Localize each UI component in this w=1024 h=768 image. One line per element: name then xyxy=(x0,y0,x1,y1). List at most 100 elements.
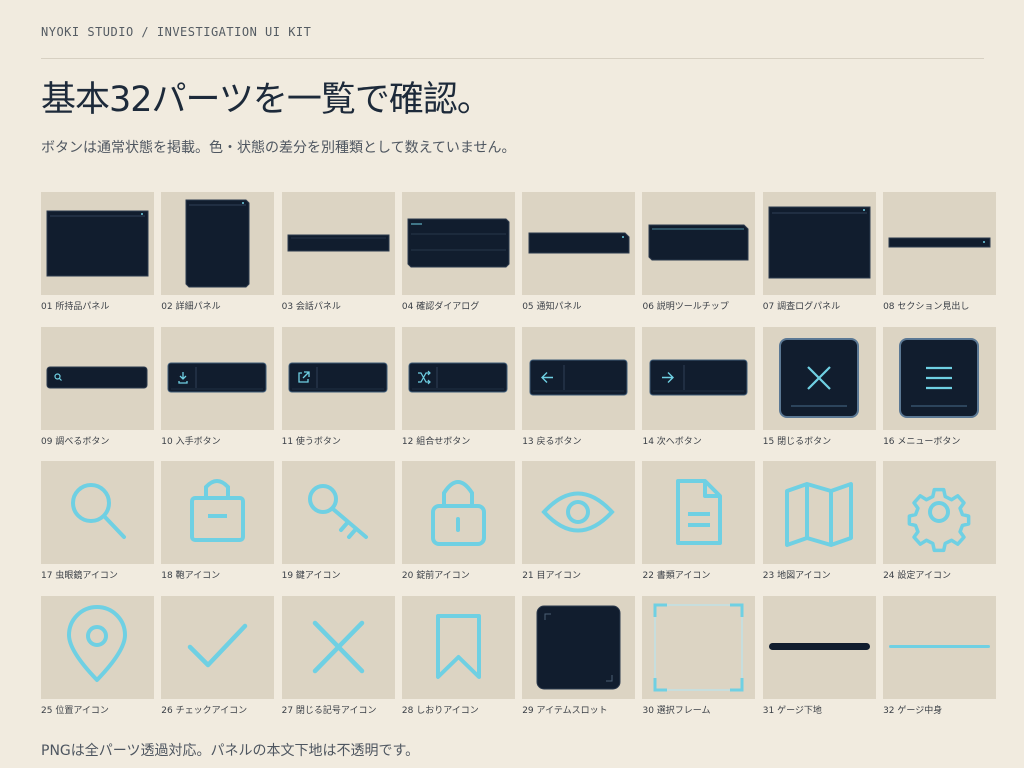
part-04-confirm-dialog[interactable]: 04 確認ダイアログ xyxy=(401,192,515,327)
external-link-icon xyxy=(288,362,388,392)
part-18-bag-icon[interactable]: 18 鞄アイコン xyxy=(161,461,275,596)
part-label: 01 所持品パネル xyxy=(41,302,110,312)
part-10-obtain-button[interactable]: 10 入手ボタン xyxy=(161,326,275,462)
panel-icon xyxy=(185,199,250,288)
part-label: 18 鞄アイコン xyxy=(161,571,221,581)
part-tile xyxy=(281,595,395,699)
part-05-notification-panel[interactable]: 05 通知パネル xyxy=(522,192,636,327)
map-icon xyxy=(784,482,853,547)
part-01-inventory-panel[interactable]: 01 所持品パネル xyxy=(41,192,154,327)
part-label: 32 ゲージ中身 xyxy=(883,705,943,716)
part-label: 20 錠前アイコン xyxy=(401,571,470,581)
document-icon xyxy=(676,479,723,545)
download-icon xyxy=(167,362,267,392)
page-title: 基本32パーツを一覧で確認。 xyxy=(41,80,492,120)
part-tile xyxy=(281,461,395,564)
item-slot-icon xyxy=(536,605,621,689)
part-17-magnifier-icon[interactable]: 17 虫眼鏡アイコン xyxy=(41,461,154,596)
magnifier-icon xyxy=(71,483,126,539)
part-32-gauge-fill[interactable]: 32 ゲージ中身 xyxy=(883,595,997,731)
part-label: 10 入手ボタン xyxy=(161,436,221,447)
close-icon xyxy=(778,337,859,418)
part-label: 16 メニューボタン xyxy=(883,436,961,447)
part-25-location-icon[interactable]: 25 位置アイコン xyxy=(41,595,154,731)
shuffle-icon xyxy=(408,362,508,392)
part-31-gauge-base[interactable]: 31 ゲージ下地 xyxy=(762,595,876,731)
part-19-key-icon[interactable]: 19 鍵アイコン xyxy=(281,461,395,596)
panel-icon xyxy=(46,210,149,277)
part-tile xyxy=(401,192,515,295)
part-tile xyxy=(642,192,756,295)
part-label: 26 チェックアイコン xyxy=(161,705,248,716)
header-divider xyxy=(41,58,984,59)
part-20-padlock-icon[interactable]: 20 錠前アイコン xyxy=(401,461,515,596)
part-23-map-icon[interactable]: 23 地図アイコン xyxy=(762,461,876,596)
part-11-use-button[interactable]: 11 使うボタン xyxy=(281,326,395,462)
part-03-dialogue-panel[interactable]: 03 会話パネル xyxy=(281,192,395,327)
dialog-icon xyxy=(407,218,510,268)
part-22-document-icon[interactable]: 22 書類アイコン xyxy=(642,461,756,596)
part-30-selection-frame[interactable]: 30 選択フレーム xyxy=(642,595,756,731)
page-subtitle: ボタンは通常状態を掲載。色・状態の差分を別種類として数えていません。 xyxy=(41,140,516,156)
part-label: 23 地図アイコン xyxy=(762,571,831,581)
part-tile xyxy=(762,192,876,295)
part-label: 31 ゲージ下地 xyxy=(762,705,822,716)
part-label: 13 戻るボタン xyxy=(522,436,582,447)
part-tile xyxy=(41,461,154,564)
part-tile xyxy=(522,326,636,430)
selection-frame-icon xyxy=(653,603,744,691)
part-tile xyxy=(161,461,275,564)
bookmark-icon xyxy=(435,613,481,679)
part-label: 04 確認ダイアログ xyxy=(401,302,480,312)
part-09-examine-button[interactable]: 09 調べるボタン xyxy=(41,326,154,462)
part-28-bookmark-icon[interactable]: 28 しおりアイコン xyxy=(401,595,515,731)
menu-icon xyxy=(899,337,980,418)
part-tile xyxy=(401,595,515,699)
part-02-detail-panel[interactable]: 02 詳細パネル xyxy=(161,192,275,327)
part-06-tooltip[interactable]: 06 説明ツールチップ xyxy=(642,192,756,327)
tooltip-icon xyxy=(648,224,749,261)
part-tile xyxy=(762,326,876,430)
eye-icon xyxy=(541,491,615,533)
part-24-settings-icon[interactable]: 24 設定アイコン xyxy=(883,461,997,596)
part-tile xyxy=(883,326,997,430)
part-label: 21 目アイコン xyxy=(522,571,582,581)
part-label: 14 次へボタン xyxy=(642,436,702,447)
part-tile xyxy=(522,461,636,564)
part-07-investigation-log-panel[interactable]: 07 調査ログパネル xyxy=(762,192,876,327)
part-tile xyxy=(161,326,275,430)
part-tile xyxy=(41,192,154,295)
part-12-combine-button[interactable]: 12 組合せボタン xyxy=(401,326,515,462)
check-icon xyxy=(188,623,248,667)
part-08-section-header[interactable]: 08 セクション見出し xyxy=(883,192,997,327)
bag-icon xyxy=(190,479,246,542)
part-26-check-icon[interactable]: 26 チェックアイコン xyxy=(161,595,275,731)
part-label: 02 詳細パネル xyxy=(161,302,221,312)
part-16-menu-button[interactable]: 16 メニューボタン xyxy=(883,326,997,462)
part-tile xyxy=(642,326,756,430)
part-label: 09 調べるボタン xyxy=(41,436,110,447)
part-tile xyxy=(762,461,876,564)
part-29-item-slot[interactable]: 29 アイテムスロット xyxy=(522,595,636,731)
part-21-eye-icon[interactable]: 21 目アイコン xyxy=(522,461,636,596)
part-27-close-mark-icon[interactable]: 27 閉じる記号アイコン xyxy=(281,595,395,731)
part-label: 27 閉じる記号アイコン xyxy=(281,705,377,716)
part-tile xyxy=(41,326,154,430)
part-label: 29 アイテムスロット xyxy=(522,705,608,716)
part-tile xyxy=(883,461,997,564)
panel-icon xyxy=(768,206,871,279)
part-15-close-button[interactable]: 15 閉じるボタン xyxy=(762,326,876,462)
header-bar-icon xyxy=(888,237,991,248)
part-tile xyxy=(522,595,636,699)
gauge-base-icon xyxy=(768,642,870,650)
part-13-back-button[interactable]: 13 戻るボタン xyxy=(522,326,636,462)
search-icon xyxy=(46,366,148,388)
part-label: 22 書類アイコン xyxy=(642,571,711,581)
part-label: 28 しおりアイコン xyxy=(401,705,479,716)
part-14-next-button[interactable]: 14 次へボタン xyxy=(642,326,756,462)
part-tile xyxy=(41,595,154,699)
parts-grid: 01 所持品パネル 02 詳細パネル 03 会話パネル 04 確認ダイアログ 0… xyxy=(41,192,997,731)
part-tile xyxy=(161,192,275,295)
panel-icon xyxy=(528,232,630,254)
padlock-icon xyxy=(430,480,486,546)
